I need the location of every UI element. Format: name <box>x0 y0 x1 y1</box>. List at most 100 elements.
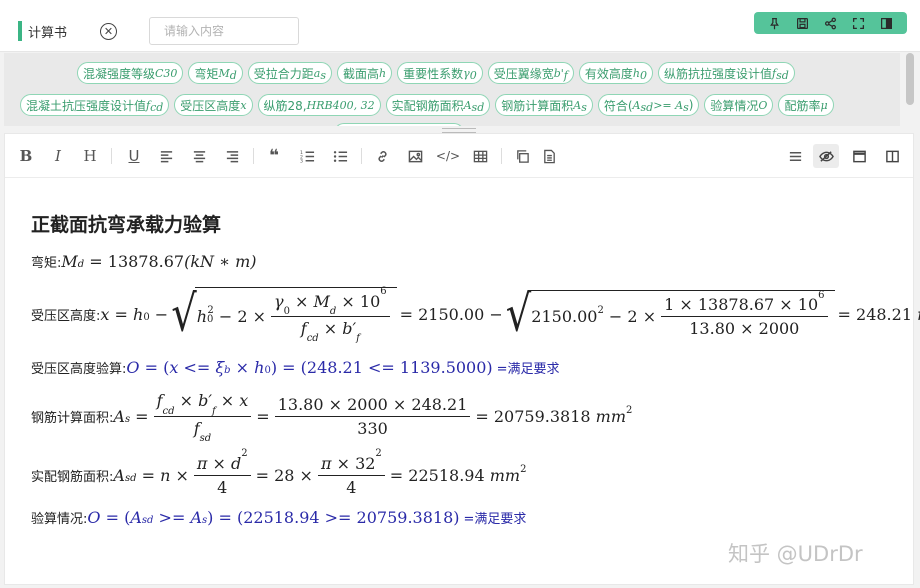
close-icon[interactable]: ✕ <box>100 23 117 40</box>
verify-values: (22518.94 >= 20759.3818) <box>236 508 460 527</box>
quote-icon[interactable]: ❝ <box>261 144 287 168</box>
underline-button[interactable]: U <box>121 144 147 168</box>
var-chip-effective-height[interactable]: 有效高度 h 0 <box>578 62 653 84</box>
toolbar-divider <box>361 148 362 164</box>
as-formula: As = fcd × b′f × x fsd = 13.80 × 2000 × 2… <box>113 391 633 444</box>
x-numerator-exp: 6 <box>818 289 825 301</box>
var-chip-compliance[interactable]: 符合(Asd >= As) <box>597 94 700 116</box>
pin-icon[interactable] <box>765 14 783 32</box>
toolbar-divider <box>111 148 112 164</box>
variable-panel-scrollbar[interactable] <box>906 53 914 105</box>
svg-text:3: 3 <box>300 158 303 163</box>
var-chip-moment[interactable]: 弯矩 Md <box>188 62 243 84</box>
x-numerator: 1 × 13878.67 × 10 <box>664 295 819 314</box>
var-chip-partial[interactable] <box>334 123 464 126</box>
title-accent-bar <box>18 21 22 41</box>
asd-label: 实配钢筋面积: <box>31 469 114 485</box>
image-icon[interactable] <box>402 144 428 168</box>
variable-panel: 混凝强度等级 C30 弯矩 Md 受拉合力距 a s 截面高 h 重要性系数 γ 0 受压翼缘… <box>4 53 900 126</box>
var-chip-importance-factor[interactable]: 重要性系数 γ 0 <box>397 62 483 84</box>
x-result: 248.21 <box>856 304 912 324</box>
share-icon[interactable] <box>821 14 839 32</box>
document-heading: 正截面抗弯承载力验算 <box>31 214 222 236</box>
var-chip-reinforcement-ratio[interactable]: 配筋率 μ <box>778 94 834 116</box>
bullet-list-icon[interactable] <box>327 144 353 168</box>
sqrt-symbolic: √ h02 − 2 × γ0 × Md × 106 fcd × b′f <box>171 286 397 344</box>
toolbar-divider <box>253 148 254 164</box>
var-chip-actual-area[interactable]: 实配钢筋面积 Asd <box>385 94 491 116</box>
moment-label: 弯矩: <box>31 256 62 271</box>
var-chip-calc-area[interactable]: 钢筋计算面积 As <box>495 94 593 116</box>
editor: B I H U ❝ 123 </> 正截面抗弯承载力验算 弯矩: M d = 1… <box>4 133 920 585</box>
x-formula: x = h0 − √ h02 − 2 × γ0 × Md × 106 fcd × … <box>100 286 920 344</box>
as-numerator: 13.80 × 2000 × 248.21 <box>274 395 471 417</box>
var-chip-concrete-grade[interactable]: 混凝强度等级 C30 <box>77 62 184 84</box>
sqrt-numeric: √ 2150.00 2 − 2 × 1 × 13878.67 × 106 13.80… <box>506 289 835 339</box>
as-label: 钢筋计算面积: <box>31 410 114 426</box>
page-title: 计算书 <box>18 20 67 42</box>
align-center-button[interactable] <box>186 144 212 168</box>
check-result: =满足要求 <box>496 362 560 377</box>
moment-value: 13878.67 <box>107 252 185 271</box>
variable-row-2: 混凝土抗压强度设计值 f cd 受压区高度 x 纵筋28, HRB400, 32 实配… <box>4 94 900 116</box>
formula-calc-area: 钢筋计算面积: As = fcd × b′f × x fsd = 13.80 × … <box>31 390 633 444</box>
window-icon[interactable] <box>846 144 872 168</box>
bold-button[interactable]: B <box>13 144 39 168</box>
menu-icon[interactable] <box>782 144 808 168</box>
var-chip-section-height[interactable]: 截面高 h <box>337 62 393 84</box>
formula-actual-area: 实配钢筋面积: Asd = n × π × d2 4 = 28 × π × 322… <box>31 448 527 500</box>
var-chip-flange-width[interactable]: 受压翼缘宽 b' f <box>487 62 574 84</box>
var-chip-rebar-strength[interactable]: 纵筋抗拉强度设计值 f sd <box>657 62 795 84</box>
formula-verification: 验算情况: O = (Asd >= As) = (22518.94 >= 207… <box>31 508 526 527</box>
check-label: 受压区高度验算: <box>31 362 127 377</box>
as-result: 20759.3818 <box>493 406 591 426</box>
formula-height-check: 受压区高度验算: O = (x <= ξb × h 0) = (248.21 <=… <box>31 358 560 377</box>
italic-button[interactable]: I <box>45 144 71 168</box>
ordered-list-icon[interactable]: 123 <box>294 144 320 168</box>
moment-unit: (kN ∗ m) <box>184 252 257 271</box>
var-chip-concrete-strength[interactable]: 混凝土抗压强度设计值 f cd <box>20 94 170 116</box>
check-formula: O = (x <= ξb × h 0) = (248.21 <= 1139.500… <box>126 358 493 377</box>
link-icon[interactable] <box>369 144 395 168</box>
asd-formula: Asd = n × π × d2 4 = 28 × π × 322 4 = 2251… <box>113 448 527 497</box>
as-denominator: 330 <box>357 418 388 438</box>
asd-n: 28 <box>274 465 295 485</box>
split-panel-icon[interactable] <box>878 14 896 32</box>
title-text: 计算书 <box>28 25 68 41</box>
verify-result: =满足要求 <box>463 512 527 527</box>
align-right-button[interactable] <box>219 144 245 168</box>
fullscreen-icon[interactable] <box>850 14 868 32</box>
split-view-icon[interactable] <box>879 144 905 168</box>
moment-formula: Md = 13878.67 (kN ∗ m) <box>61 252 257 271</box>
editor-toolbar: B I H U ❝ 123 </> <box>5 134 913 178</box>
x-h0-squared: 2150.00 <box>531 307 598 326</box>
var-chip-compression-height[interactable]: 受压区高度 x <box>174 94 253 116</box>
verify-label: 验算情况: <box>31 512 88 527</box>
preview-eye-icon[interactable] <box>813 144 839 168</box>
verify-formula: O = (Asd >= As) = (22518.94 >= 20759.381… <box>87 508 460 527</box>
var-chip-rebar-spec[interactable]: 纵筋28, HRB400, 32 <box>257 94 381 116</box>
table-icon[interactable] <box>467 144 493 168</box>
top-bar: 计算书 ✕ <box>0 0 920 52</box>
asd-result: 22518.94 <box>408 465 485 485</box>
action-toolbar <box>754 12 907 34</box>
copy-icon[interactable] <box>509 144 535 168</box>
document-icon[interactable] <box>536 144 562 168</box>
formula-moment: 弯矩: Md = 13878.67 (kN ∗ m) <box>31 252 257 271</box>
toolbar-divider <box>501 148 502 164</box>
watermark: 知乎 @UDrDr <box>728 542 863 566</box>
align-left-button[interactable] <box>153 144 179 168</box>
save-icon[interactable] <box>793 14 811 32</box>
var-chip-tension-distance[interactable]: 受拉合力距 a s <box>247 62 332 84</box>
x-label: 受压区高度: <box>31 308 101 324</box>
x-denominator: 13.80 × 2000 <box>689 319 800 338</box>
variable-row-1: 混凝强度等级 C30 弯矩 Md 受拉合力距 a s 截面高 h 重要性系数 γ 0 受压翼缘… <box>4 62 900 84</box>
x-h0-value: 2150.00 <box>418 304 485 324</box>
asd-d: 32 <box>355 453 376 473</box>
formula-compression-height: 受压区高度: x = h0 − √ h02 − 2 × γ0 × Md × 10… <box>31 286 920 344</box>
heading-button[interactable]: H <box>77 144 103 168</box>
code-icon[interactable]: </> <box>435 144 461 168</box>
check-values: (248.21 <= 1139.5000) <box>300 358 493 377</box>
search-input[interactable] <box>149 17 299 45</box>
var-chip-check-status[interactable]: 验算情况 O <box>704 94 774 116</box>
